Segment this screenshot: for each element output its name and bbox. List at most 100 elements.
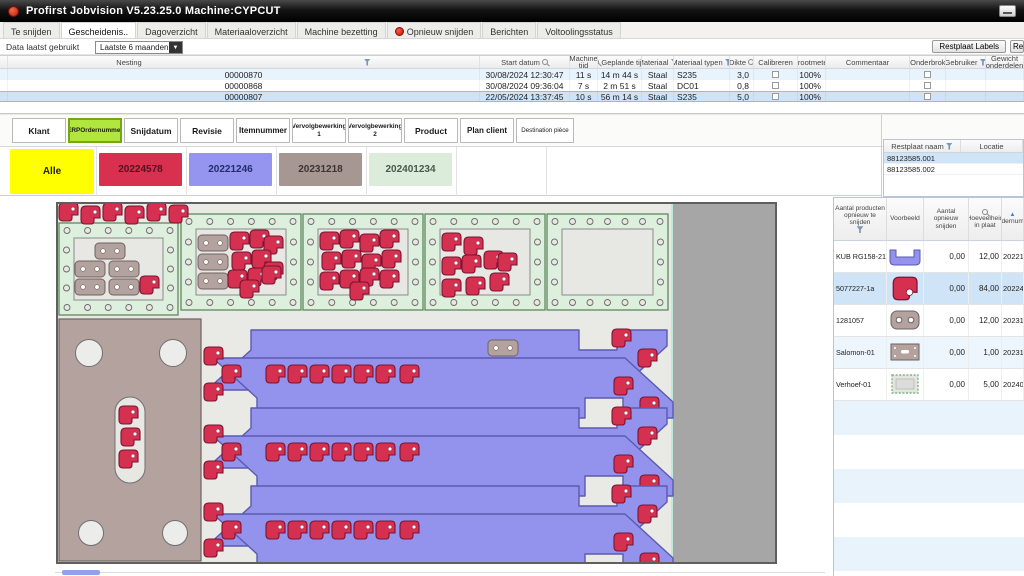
order-filter-alle[interactable]: Alle: [10, 149, 94, 194]
checkbox[interactable]: [772, 82, 779, 89]
col-gebruiker[interactable]: Gebruiker: [946, 56, 986, 68]
col-nesting-label: Nesting: [116, 59, 141, 66]
cell-typ: DC01: [674, 80, 730, 91]
col-materiaal-typen-label: Materiaal typen: [674, 59, 723, 66]
tab-opnieuw-snijden-label: Opnieuw snijden: [407, 27, 474, 37]
group-tab-klant[interactable]: Klant: [12, 118, 66, 143]
search-icon[interactable]: [598, 59, 599, 65]
table-row[interactable]: 00000870 30/08/2024 12:30:47 11 s 14 m 4…: [0, 69, 1024, 80]
part-name: 5077227-1a: [834, 273, 887, 304]
parts-panel-header: Aantal producten opnieuw te snijden Voor…: [834, 198, 1024, 241]
part-hoeveelheid: 12,00: [969, 241, 1002, 272]
restplaat-row[interactable]: 88123585.002: [884, 164, 1023, 175]
group-tab-snijdatum[interactable]: Snijdatum: [124, 118, 178, 143]
taupe-part: [488, 340, 518, 356]
col-restplaat-naam[interactable]: Restplaat naam: [884, 140, 961, 152]
filter-icon[interactable]: [946, 143, 953, 150]
table-row-selected[interactable]: 00000807 22/05/2024 13:37:45 10 s 56 m 1…: [0, 91, 1024, 102]
table-row[interactable]: 00000868 30/08/2024 09:36:04 7 s 2 m 51 …: [0, 80, 1024, 91]
restplaat-row-selected[interactable]: 88123585.001: [884, 153, 1023, 164]
checkbox[interactable]: [772, 71, 779, 78]
col-pordernummer-label: POrdernummer: [1002, 218, 1024, 225]
checkbox[interactable]: [924, 71, 931, 78]
col-hoeveelheid[interactable]: Hoeveelheid in plaat: [969, 198, 1002, 240]
col-gewicht-onderdelen[interactable]: Gewicht onderdelen: [986, 56, 1024, 68]
parts-row[interactable]: Verhoef-01 0,00 5,00 202401234: [834, 369, 1024, 401]
group-tab-itemnummer[interactable]: Itemnummer: [236, 118, 290, 143]
col-onderbroken[interactable]: Onderbroken: [910, 56, 946, 68]
col-geplande-tijd[interactable]: Geplande tijd: [598, 56, 642, 68]
tab-geschiedenis[interactable]: Gescheidenis..: [61, 22, 137, 38]
minimize-button[interactable]: [999, 5, 1016, 17]
order-filter-202401234[interactable]: 202401234: [369, 153, 452, 186]
col-start-datum[interactable]: Start datum: [480, 56, 570, 68]
cell-start: 30/08/2024 12:30:47: [480, 69, 570, 80]
restplaat-button-truncated[interactable]: Res: [1010, 40, 1024, 53]
order-filter-20231218[interactable]: 20231218: [279, 153, 362, 186]
horizontal-scrollbar[interactable]: [55, 572, 825, 573]
order-filter-20221246[interactable]: 20221246: [189, 153, 272, 186]
filter-icon[interactable]: [364, 59, 371, 66]
parts-row-selected[interactable]: 5077227-1a 0,00 84,00 20224578: [834, 273, 1024, 305]
restplaat-name: 88123585.001: [884, 154, 961, 163]
col-onderbroken-label: Onderbroken: [910, 59, 946, 66]
horizontal-scrollbar-thumb[interactable]: [62, 570, 100, 575]
record-icon: [395, 27, 404, 36]
title-bar: Profirst Jobvision V5.23.25.0 Machine:CY…: [0, 0, 1024, 22]
part-name: 1281057: [834, 305, 887, 336]
filter-icon[interactable]: [857, 226, 864, 233]
col-schrootmeter[interactable]: Schrootmeter: [798, 56, 826, 68]
cell-nesting: 00000807: [8, 92, 480, 101]
row-gutter: [0, 56, 8, 68]
cell-meter: 100%: [798, 69, 826, 80]
group-tab-revisie[interactable]: Revisie: [180, 118, 234, 143]
parts-row[interactable]: 1281057 0,00 12,00 20231218: [834, 305, 1024, 337]
cell-dikte: 0,8: [730, 80, 754, 91]
tab-dagoverzicht[interactable]: Dagoverzicht: [137, 22, 206, 38]
tab-berichten[interactable]: Berichten: [482, 22, 536, 38]
order-filter-20224578[interactable]: 20224578: [99, 153, 182, 186]
nesting-canvas[interactable]: [55, 199, 832, 569]
col-voorbeeld[interactable]: Voorbeeld: [887, 198, 924, 240]
col-dikte-label: Dikte: [730, 59, 746, 66]
parts-row[interactable]: KUB RG158-211... 0,00 12,00 20221246: [834, 241, 1024, 273]
part-preview: [888, 339, 922, 367]
cell-machine: 10 s: [570, 92, 598, 101]
search-icon[interactable]: [542, 59, 548, 65]
group-tab-vervolgbewerking-2[interactable]: Vervolgbewerking 2: [348, 118, 402, 143]
part-aantal: 0,00: [924, 241, 969, 272]
col-aantal-opnieuw[interactable]: Aantal opnieuw snijden: [924, 198, 969, 240]
col-materiaal-typen[interactable]: Materiaal typen: [674, 56, 730, 68]
checkbox[interactable]: [772, 93, 779, 100]
col-machine-tijd[interactable]: Machine tijd: [570, 56, 598, 68]
period-dropdown[interactable]: Laatste 6 maanden ▼: [95, 41, 183, 54]
group-tab-product[interactable]: Product: [404, 118, 458, 143]
col-pordernummer[interactable]: ▲POrdernummer: [1002, 198, 1024, 240]
tab-te-snijden[interactable]: Te snijden: [3, 22, 60, 38]
group-tab-vervolgbewerking-1[interactable]: Vervolgbewerking 1: [292, 118, 346, 143]
col-commentaar[interactable]: Commentaar: [826, 56, 910, 68]
col-aantal-producten-label: Aantal producten opnieuw te snijden: [835, 205, 885, 227]
group-tab-plan-client[interactable]: Plan client: [460, 118, 514, 143]
col-schrootmeter-label: Schrootmeter: [798, 59, 826, 66]
tab-voltooiingsstatus[interactable]: Voltoolingsstatus: [537, 22, 621, 38]
tab-materiaaloverzicht[interactable]: Materiaaloverzicht: [207, 22, 296, 38]
col-aantal-producten[interactable]: Aantal producten opnieuw te snijden: [834, 198, 887, 240]
col-calibreren[interactable]: Calibreren: [754, 56, 798, 68]
group-tab-destination-piece[interactable]: Destination pièce: [516, 118, 574, 143]
search-icon[interactable]: [982, 209, 988, 215]
parts-row[interactable]: Salomon-01 0,00 1,00 20231218: [834, 337, 1024, 369]
cell-typ: S235: [674, 69, 730, 80]
tab-machine-bezetting[interactable]: Machine bezetting: [297, 22, 386, 38]
cell-commentaar: [826, 69, 910, 80]
col-dikte[interactable]: Dikte: [730, 56, 754, 68]
group-tab-erpordernummer[interactable]: ERPOrdernummer: [68, 118, 122, 143]
col-materiaal[interactable]: Materiaal: [642, 56, 674, 68]
col-nesting[interactable]: Nesting: [8, 56, 480, 68]
tab-opnieuw-snijden[interactable]: Opnieuw snijden: [387, 22, 482, 38]
restplaat-labels-button[interactable]: Restplaat Labels: [932, 40, 1006, 53]
col-locatie[interactable]: Locatie: [961, 140, 1023, 152]
checkbox[interactable]: [924, 93, 931, 100]
checkbox[interactable]: [924, 82, 931, 89]
col-calibreren-label: Calibreren: [758, 59, 793, 66]
